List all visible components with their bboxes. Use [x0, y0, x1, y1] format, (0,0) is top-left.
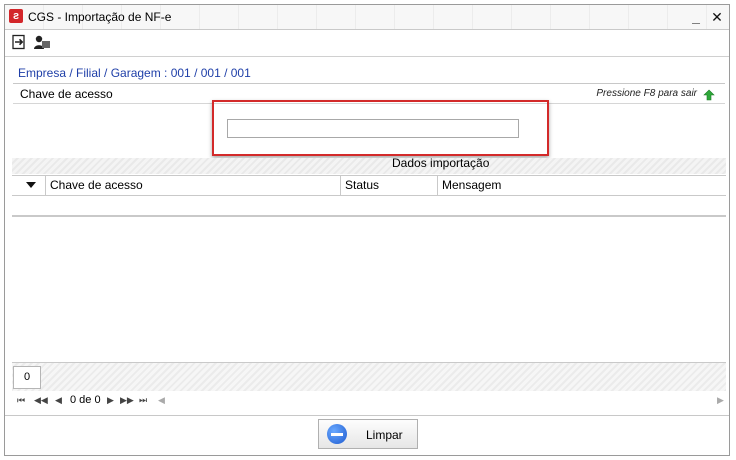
clear-button-label: Limpar: [366, 428, 403, 442]
grid-header: Chave de acesso Status Mensagem: [12, 175, 726, 196]
toolbar: [5, 30, 729, 57]
scroll-left-icon[interactable]: ◀: [158, 395, 165, 406]
record-count: 0: [13, 366, 41, 389]
row-selector-header[interactable]: [12, 176, 46, 195]
window-title: CGS - Importação de NF-e: [28, 10, 172, 24]
divider: [5, 415, 729, 416]
grid-body[interactable]: [12, 217, 726, 360]
exit-hint: Pressione F8 para sair: [596, 88, 697, 99]
nav-prev-button[interactable]: ◀: [55, 395, 62, 406]
nav-last-button[interactable]: ⏭: [139, 395, 147, 406]
record-navigator: ⏮ ◀◀ ◀ 0 de 0 ▶ ▶▶ ⏭ ◀ ▶: [12, 391, 726, 411]
access-key-label: Chave de acesso: [20, 87, 113, 101]
title-bar[interactable]: ƨ CGS - Importação de NF-e _ ✕: [5, 5, 729, 30]
nav-prev-page-button[interactable]: ◀◀: [34, 395, 48, 406]
import-data-title: Dados importação: [392, 156, 490, 170]
minus-circle-icon: [327, 424, 347, 444]
app-logo-icon: ƨ: [9, 9, 23, 23]
scroll-right-icon[interactable]: ▶: [717, 395, 724, 406]
breadcrumb: Empresa / Filial / Garagem : 001 / 001 /…: [18, 66, 251, 80]
import-data-band: [12, 158, 726, 174]
nav-next-button[interactable]: ▶: [107, 395, 114, 406]
divider: [13, 83, 725, 84]
grid-filter-row[interactable]: [12, 195, 726, 217]
import-window: ƨ CGS - Importação de NF-e _ ✕ Empresa /…: [4, 4, 730, 456]
clear-button[interactable]: Limpar: [318, 419, 418, 449]
exit-door-icon[interactable]: [11, 34, 31, 52]
column-header-chave[interactable]: Chave de acesso: [46, 176, 341, 195]
close-button[interactable]: ✕: [708, 8, 726, 26]
record-position: 0 de 0: [70, 394, 101, 406]
column-header-status[interactable]: Status: [341, 176, 438, 195]
nav-next-page-button[interactable]: ▶▶: [120, 395, 134, 406]
user-card-icon[interactable]: [33, 34, 53, 52]
grid-footer: [12, 362, 726, 391]
nav-first-button[interactable]: ⏮: [17, 395, 25, 406]
access-key-input[interactable]: [227, 119, 519, 138]
column-header-mensagem[interactable]: Mensagem: [438, 176, 726, 195]
minimize-button[interactable]: _: [687, 8, 705, 26]
green-up-arrow-icon: [703, 89, 715, 101]
dropdown-arrow-icon: [26, 182, 36, 188]
